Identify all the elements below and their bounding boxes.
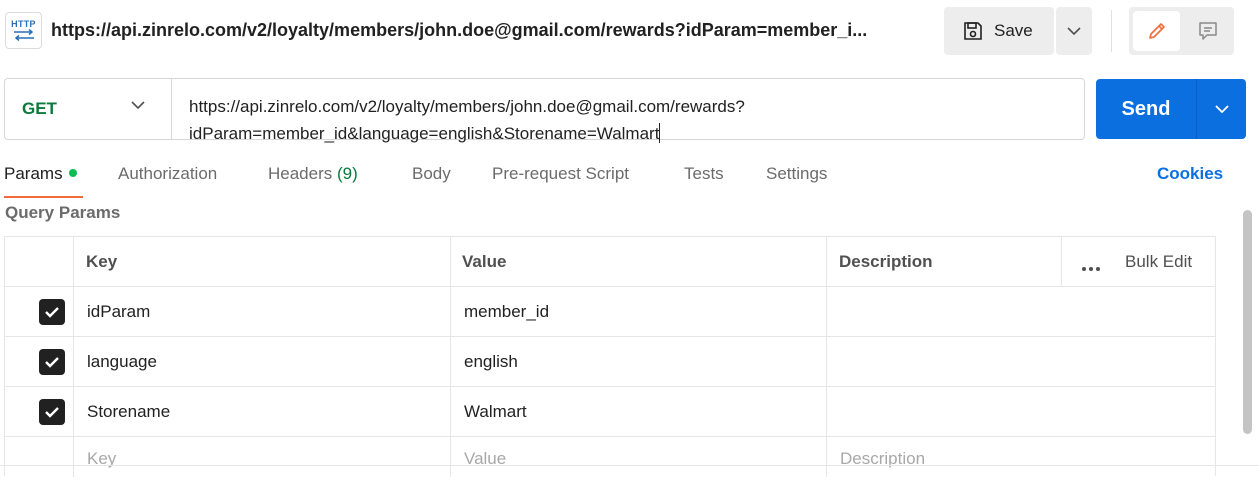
tab-params-label: Params	[4, 164, 63, 183]
tab-pre-request-script[interactable]: Pre-request Script	[492, 164, 629, 200]
pencil-icon	[1148, 23, 1165, 39]
send-button[interactable]: Send	[1096, 79, 1196, 139]
more-options-icon[interactable]	[1081, 259, 1101, 277]
send-button-group: Send	[1096, 79, 1246, 139]
column-header-key: Key	[86, 251, 118, 271]
cookies-link[interactable]: Cookies	[1157, 164, 1223, 184]
new-key-input[interactable]: Key	[87, 437, 116, 479]
comment-mode-button[interactable]	[1184, 11, 1231, 51]
url-line-1: https://api.zinrelo.com/v2/loyalty/membe…	[189, 97, 745, 116]
tab-headers[interactable]: Headers (9)	[268, 164, 358, 200]
table-row: language english	[5, 337, 1215, 387]
row-checkbox[interactable]	[39, 287, 65, 336]
arrows-icon	[13, 29, 34, 41]
http-icon-label: HTTP	[11, 19, 36, 29]
tab-settings[interactable]: Settings	[766, 164, 827, 200]
save-button[interactable]: Save	[944, 7, 1054, 55]
bulk-edit-area: Bulk Edit	[1065, 237, 1215, 286]
param-value[interactable]: english	[464, 337, 518, 386]
send-options-button[interactable]	[1197, 79, 1246, 139]
active-tab-indicator	[4, 196, 83, 198]
table-header-row: Key Value Description Bulk Edit	[5, 237, 1215, 287]
save-icon	[964, 22, 982, 40]
column-header-description: Description	[839, 251, 933, 271]
param-description[interactable]	[839, 337, 1209, 386]
method-label: GET	[22, 99, 57, 118]
row-checkbox[interactable]	[39, 337, 65, 386]
request-title[interactable]: https://api.zinrelo.com/v2/loyalty/membe…	[51, 20, 896, 41]
tab-authorization[interactable]: Authorization	[118, 164, 217, 200]
chevron-down-icon	[1067, 27, 1081, 35]
http-request-icon: HTTP	[5, 12, 42, 49]
row-checkbox[interactable]	[39, 387, 65, 436]
column-header-value: Value	[462, 251, 507, 271]
comment-icon	[1198, 22, 1217, 40]
tab-tests[interactable]: Tests	[684, 164, 724, 200]
table-row: Storename Walmart	[5, 387, 1215, 437]
save-label: Save	[994, 21, 1033, 40]
table-row-new: Key Value Description	[5, 437, 1215, 479]
tab-body[interactable]: Body	[412, 164, 451, 200]
check-icon	[45, 406, 59, 418]
params-active-dot	[68, 169, 77, 177]
param-value[interactable]: Walmart	[464, 387, 527, 436]
panel-divider	[0, 465, 1259, 466]
new-value-input[interactable]: Value	[464, 437, 506, 479]
param-description[interactable]	[839, 387, 1209, 436]
headers-count: (9)	[337, 164, 358, 183]
divider	[1111, 10, 1112, 52]
method-select[interactable]: GET	[4, 78, 172, 140]
check-icon	[45, 356, 59, 368]
check-icon	[45, 306, 59, 318]
param-key[interactable]: Storename	[87, 387, 170, 436]
tab-headers-label: Headers	[268, 164, 333, 183]
new-description-input[interactable]: Description	[840, 437, 925, 479]
text-caret	[659, 123, 661, 143]
param-description[interactable]	[839, 287, 1209, 336]
query-params-table: Key Value Description Bulk Edit idParam …	[4, 236, 1216, 479]
view-mode-toggle	[1129, 7, 1234, 55]
query-params-title: Query Params	[5, 203, 121, 222]
table-row: idParam member_id	[5, 287, 1215, 337]
tab-params[interactable]: Params	[4, 164, 77, 200]
save-options-button[interactable]	[1056, 7, 1092, 55]
param-key[interactable]: language	[87, 337, 157, 386]
param-value[interactable]: member_id	[464, 287, 549, 336]
edit-mode-button[interactable]	[1133, 11, 1180, 51]
url-line-2: idParam=member_id&language=english&Store…	[189, 124, 660, 143]
param-key[interactable]: idParam	[87, 287, 150, 336]
vertical-scrollbar[interactable]	[1243, 210, 1252, 434]
bulk-edit-button[interactable]: Bulk Edit	[1125, 252, 1192, 272]
chevron-down-icon	[131, 101, 145, 109]
chevron-down-icon	[1214, 105, 1229, 113]
url-input[interactable]: https://api.zinrelo.com/v2/loyalty/membe…	[171, 78, 1085, 143]
